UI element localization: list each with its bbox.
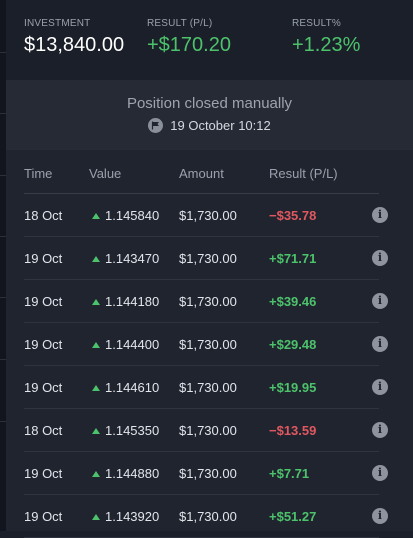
result-value: +$170.20: [147, 34, 231, 56]
row-time: 19 Oct: [24, 251, 63, 266]
up-arrow-icon: [92, 470, 100, 477]
row-time: 19 Oct: [24, 380, 63, 395]
up-arrow-icon: [92, 298, 100, 305]
result-percent-label: RESULT%: [292, 18, 342, 29]
header-result: Result (P/L): [269, 166, 338, 181]
info-icon[interactable]: i: [372, 207, 388, 223]
row-amount: $1,730.00: [179, 466, 237, 481]
up-arrow-icon: [92, 513, 100, 520]
table-row[interactable]: 19 Oct 1.144400 $1,730.00 +$29.48 i: [24, 323, 388, 366]
row-value: 1.144180: [92, 294, 159, 309]
row-value: 1.143920: [92, 509, 159, 524]
table-row[interactable]: 18 Oct 1.145840 $1,730.00 −$35.78 i: [24, 194, 388, 237]
row-value: 1.145840: [92, 208, 159, 223]
result-percent-metric: RESULT% +1.23%: [292, 18, 360, 57]
row-time: 18 Oct: [24, 423, 63, 438]
row-value: 1.143470: [92, 251, 159, 266]
row-time: 19 Oct: [24, 509, 63, 524]
position-closed-banner: Position closed manually 19 October 10:1…: [6, 80, 413, 150]
row-amount: $1,730.00: [179, 423, 237, 438]
info-icon[interactable]: i: [372, 422, 388, 438]
row-result: +$71.71: [269, 251, 317, 266]
row-value: 1.145350: [92, 423, 159, 438]
row-result: +$7.71: [269, 466, 310, 481]
closed-date-line: 19 October 10:12: [6, 118, 413, 133]
row-result: −$13.59: [269, 423, 317, 438]
info-icon[interactable]: i: [372, 336, 388, 352]
row-amount: $1,730.00: [179, 208, 237, 223]
up-arrow-icon: [92, 427, 100, 434]
row-amount: $1,730.00: [179, 251, 237, 266]
row-value: 1.144400: [92, 337, 159, 352]
row-time: 19 Oct: [24, 466, 63, 481]
row-result: +$29.48: [269, 337, 317, 352]
closed-date: 19 October 10:12: [170, 118, 271, 133]
row-time: 19 Oct: [24, 294, 63, 309]
info-icon[interactable]: i: [372, 379, 388, 395]
up-arrow-icon: [92, 255, 100, 262]
table-row[interactable]: 19 Oct 1.144610 $1,730.00 +$19.95 i: [24, 366, 388, 409]
row-result: +$19.95: [269, 380, 317, 395]
row-value: 1.144880: [92, 466, 159, 481]
row-value: 1.144610: [92, 380, 159, 395]
up-arrow-icon: [92, 341, 100, 348]
info-icon[interactable]: i: [372, 465, 388, 481]
info-icon[interactable]: i: [372, 293, 388, 309]
table-row[interactable]: 19 Oct 1.143920 $1,730.00 +$51.27 i: [24, 495, 388, 538]
result-label: RESULT (P/L): [147, 18, 213, 29]
up-arrow-icon: [92, 212, 100, 219]
investment-metric: INVESTMENT $13,840.00: [24, 18, 124, 57]
row-amount: $1,730.00: [179, 380, 237, 395]
info-icon[interactable]: i: [372, 508, 388, 524]
table-row[interactable]: 18 Oct 1.145350 $1,730.00 −$13.59 i: [24, 409, 388, 452]
summary-bar: INVESTMENT $13,840.00 RESULT (P/L) +$170…: [6, 0, 413, 80]
row-result: −$35.78: [269, 208, 317, 223]
row-amount: $1,730.00: [179, 509, 237, 524]
closed-title: Position closed manually: [126, 95, 293, 112]
flag-icon: [148, 118, 164, 133]
investment-value: $13,840.00: [24, 34, 125, 56]
table-row[interactable]: 19 Oct 1.144880 $1,730.00 +$7.71 i: [24, 452, 388, 495]
row-amount: $1,730.00: [179, 337, 237, 352]
up-arrow-icon: [92, 384, 100, 391]
row-result: +$51.27: [269, 509, 317, 524]
result-percent-value: +1.23%: [292, 34, 361, 56]
table-row[interactable]: 19 Oct 1.143470 $1,730.00 +$71.71 i: [24, 237, 388, 280]
header-value: Value: [89, 166, 122, 181]
row-amount: $1,730.00: [179, 294, 237, 309]
result-metric: RESULT (P/L) +$170.20: [147, 18, 231, 57]
row-time: 19 Oct: [24, 337, 63, 352]
header-amount: Amount: [179, 166, 224, 181]
position-details-panel: INVESTMENT $13,840.00 RESULT (P/L) +$170…: [6, 0, 413, 538]
table-header: Time Value Amount Result (P/L): [24, 150, 379, 194]
info-icon[interactable]: i: [372, 250, 388, 266]
header-time: Time: [24, 166, 53, 181]
table-row[interactable]: 19 Oct 1.144180 $1,730.00 +$39.46 i: [24, 280, 388, 323]
row-time: 18 Oct: [24, 208, 63, 223]
row-result: +$39.46: [269, 294, 317, 309]
investment-label: INVESTMENT: [24, 18, 91, 29]
